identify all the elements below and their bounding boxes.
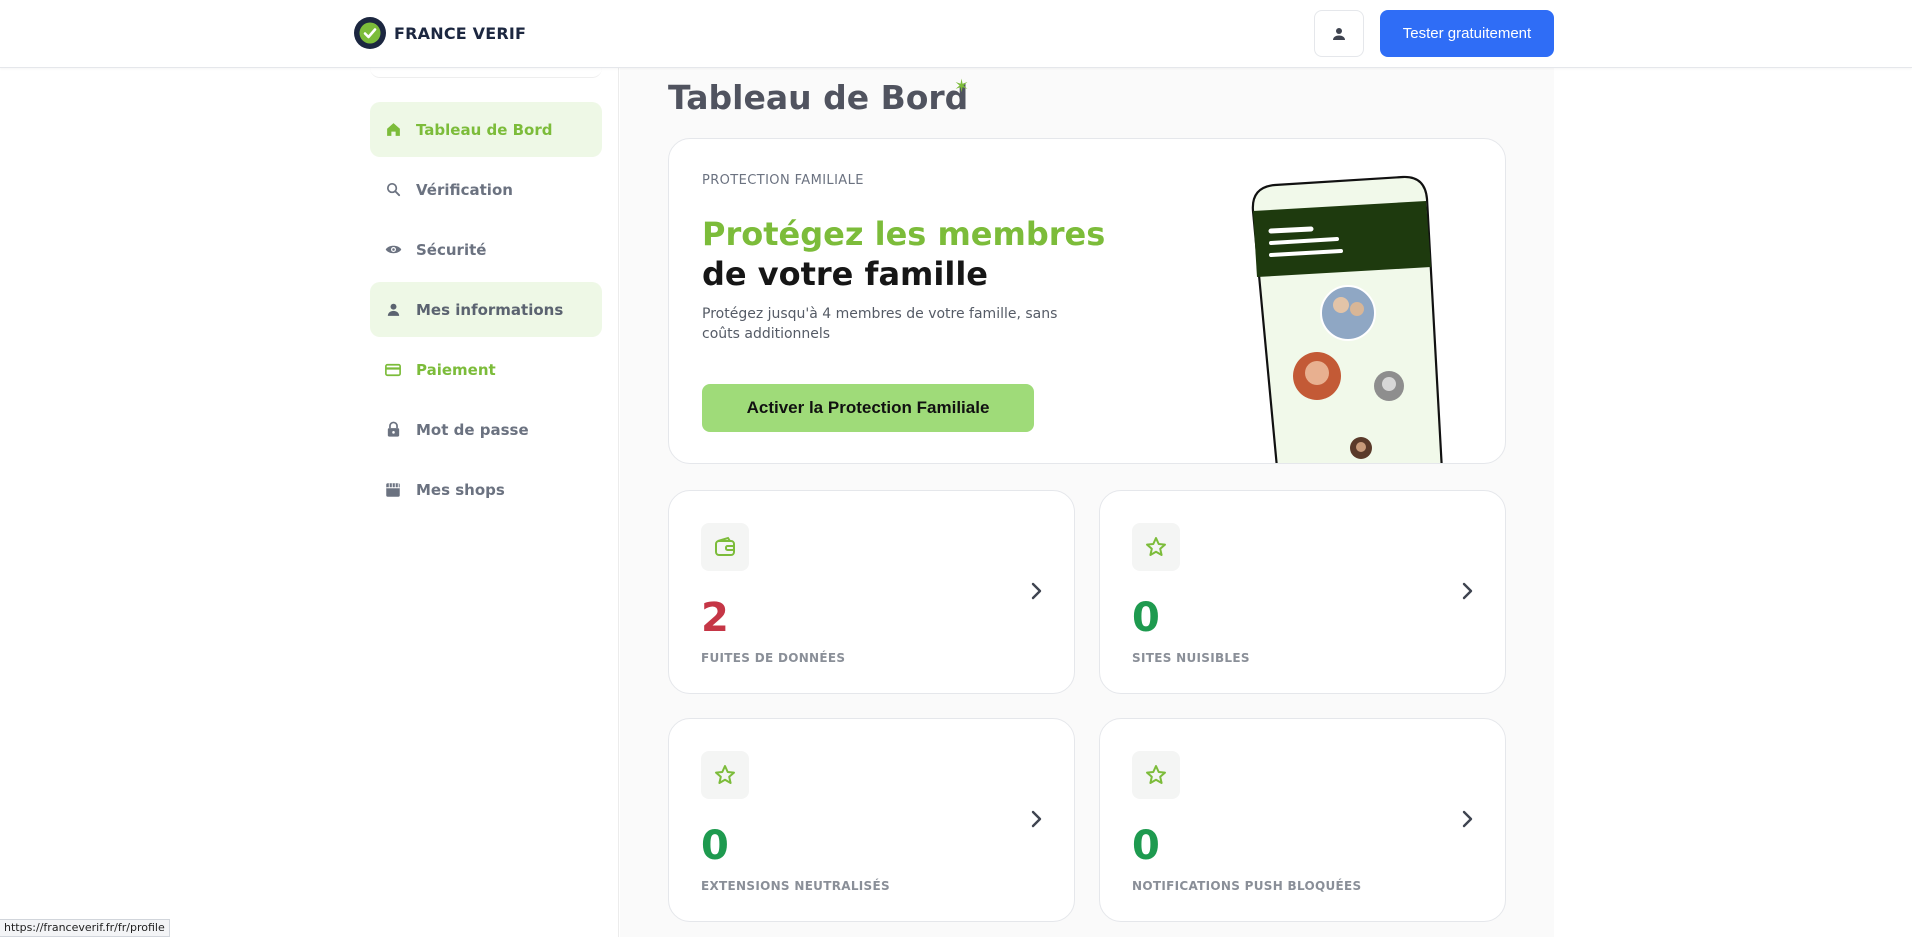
- sidebar-item-label: Tableau de Bord: [416, 120, 553, 139]
- star-icon: [1132, 751, 1180, 799]
- sidebar-item-label: Vérification: [416, 180, 513, 199]
- sidebar-item-label: Mot de passe: [416, 420, 529, 439]
- free-trial-button[interactable]: Tester gratuitement: [1380, 10, 1554, 57]
- data-leaks-card[interactable]: 2 FUITES DE DONNÉES: [668, 490, 1075, 694]
- chevron-right-icon[interactable]: [1024, 579, 1048, 603]
- blocked-push-notifications-card[interactable]: 0 NOTIFICATIONS PUSH BLOQUÉES: [1099, 718, 1506, 922]
- sidebar-item-password[interactable]: Mot de passe: [370, 402, 602, 457]
- credit-card-icon: [384, 361, 402, 379]
- sidebar-item-my-shops[interactable]: Mes shops: [370, 462, 602, 517]
- sidebar-item-label: Sécurité: [416, 240, 487, 259]
- sidebar: Tableau de Bord Vérification Sécurité Me…: [354, 68, 619, 937]
- activate-family-protection-button[interactable]: Activer la Protection Familiale: [702, 384, 1034, 432]
- user-icon: [1333, 27, 1345, 40]
- sidebar-item-my-info[interactable]: Mes informations: [370, 282, 602, 337]
- stat-value: 2: [701, 595, 729, 641]
- stat-label: NOTIFICATIONS PUSH BLOQUÉES: [1132, 879, 1362, 893]
- promo-headline-dark: de votre famille: [702, 255, 988, 293]
- home-icon: [384, 121, 402, 139]
- stat-label: SITES NUISIBLES: [1132, 651, 1250, 665]
- sidebar-item-dashboard[interactable]: Tableau de Bord: [370, 102, 602, 157]
- status-bar-url: https://franceverif.fr/fr/profile: [0, 919, 170, 937]
- chevron-right-icon[interactable]: [1024, 807, 1048, 831]
- top-bar: FRANCE VERIF Tester gratuitement: [0, 0, 1912, 68]
- sidebar-top-edge: [370, 68, 602, 78]
- wallet-icon: [701, 523, 749, 571]
- sidebar-item-security[interactable]: Sécurité: [370, 222, 602, 277]
- stat-value: 0: [1132, 823, 1160, 869]
- phone-illustration: [1251, 175, 1443, 463]
- neutralized-extensions-card[interactable]: 0 EXTENSIONS NEUTRALISÉS: [668, 718, 1075, 922]
- harmful-sites-card[interactable]: 0 SITES NUISIBLES: [1099, 490, 1506, 694]
- page-title: Tableau de Bord: [668, 78, 969, 117]
- main-content: Tableau de Bord ✶ PROTECTION FAMILIALE P…: [620, 68, 1554, 937]
- star-icon: [1132, 523, 1180, 571]
- promo-eyebrow: PROTECTION FAMILIALE: [702, 173, 864, 188]
- sidebar-item-verification[interactable]: Vérification: [370, 162, 602, 217]
- brand-logo[interactable]: FRANCE VERIF: [354, 17, 526, 49]
- sidebar-item-label: Paiement: [416, 360, 496, 379]
- search-icon: [384, 181, 402, 199]
- store-icon: [384, 481, 402, 499]
- stat-label: EXTENSIONS NEUTRALISÉS: [701, 879, 890, 893]
- chevron-right-icon[interactable]: [1455, 579, 1479, 603]
- stat-label: FUITES DE DONNÉES: [701, 651, 846, 665]
- star-icon: [701, 751, 749, 799]
- promo-description: Protégez jusqu'à 4 membres de votre fami…: [702, 306, 1058, 342]
- stat-value: 0: [1132, 595, 1160, 641]
- user-icon: [384, 301, 402, 319]
- sparkle-icon: ✶: [954, 76, 970, 97]
- eye-icon: [384, 241, 402, 259]
- chevron-right-icon[interactable]: [1455, 807, 1479, 831]
- account-button[interactable]: [1314, 10, 1364, 57]
- stat-value: 0: [701, 823, 729, 869]
- brand-name: FRANCE VERIF: [394, 23, 527, 43]
- lock-icon: [384, 421, 402, 439]
- promo-headline-green: Protégez les membres: [702, 215, 1106, 253]
- sidebar-item-payment[interactable]: Paiement: [370, 342, 602, 397]
- logo-check-icon: [354, 17, 386, 49]
- family-protection-card: PROTECTION FAMILIALE Protégez les membre…: [668, 138, 1506, 464]
- sidebar-item-label: Mes informations: [416, 300, 564, 319]
- sidebar-item-label: Mes shops: [416, 480, 505, 499]
